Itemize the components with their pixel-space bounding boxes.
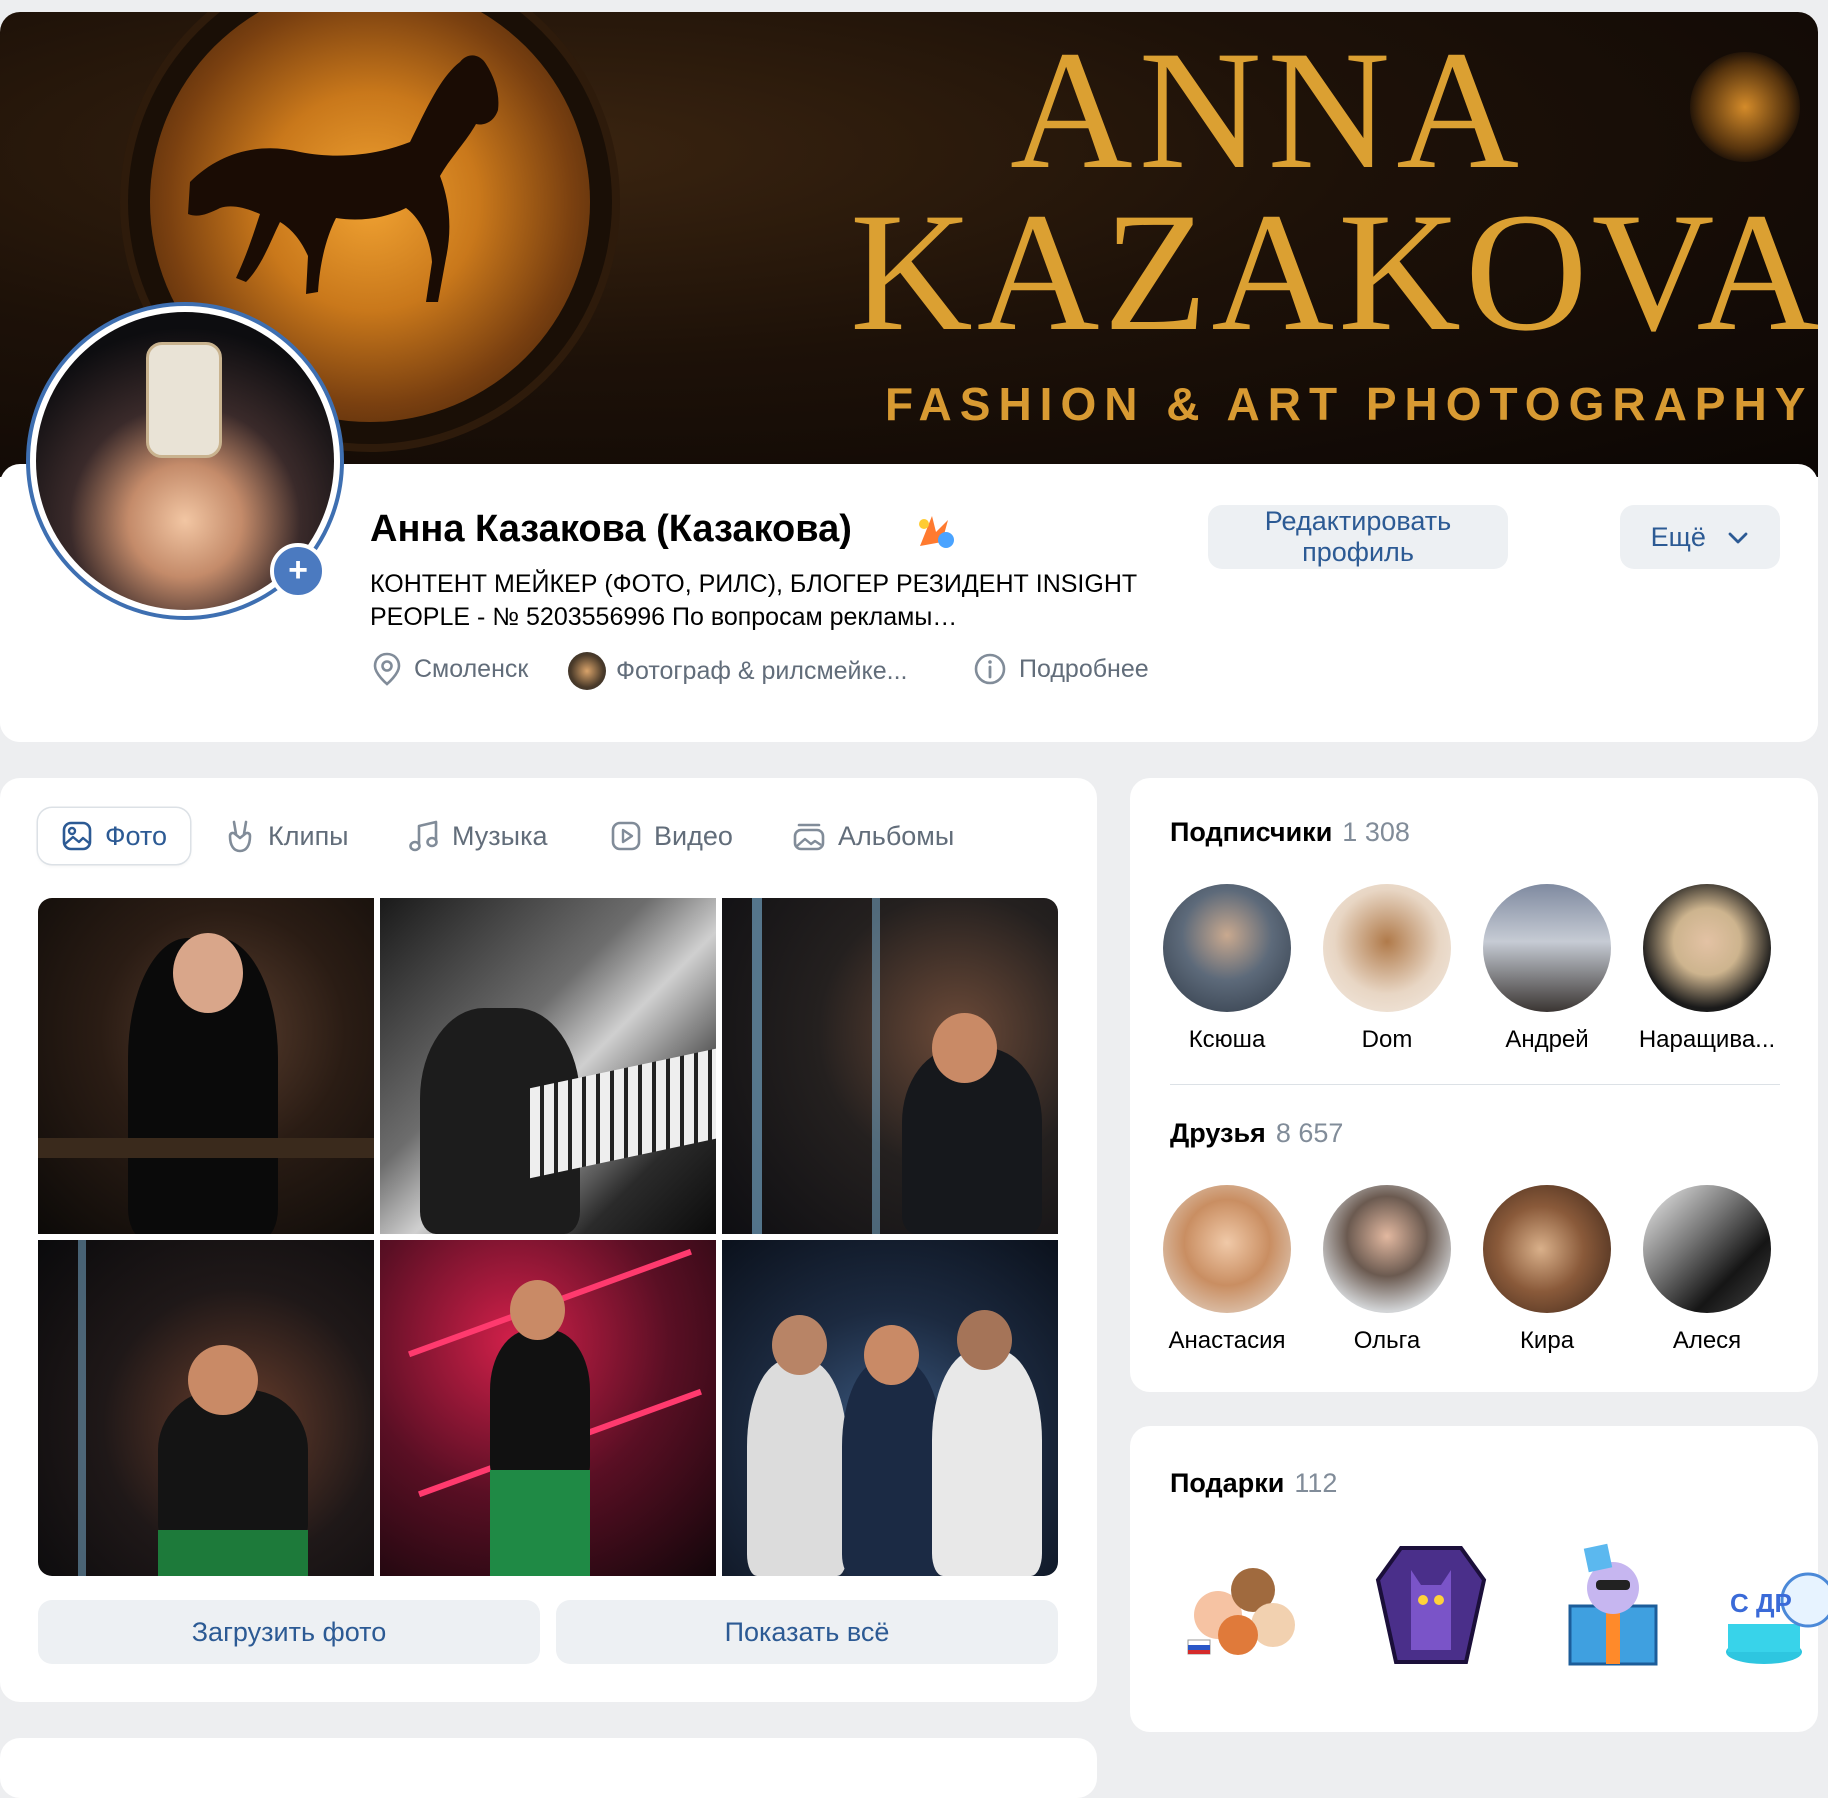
tab-music-label: Музыка: [452, 820, 548, 851]
profile-badge-icon[interactable]: [912, 510, 958, 554]
avatar: [1163, 1185, 1291, 1313]
more-info-label: Подробнее: [1019, 654, 1149, 683]
gift-cats-icon[interactable]: [1178, 1540, 1308, 1670]
avatar: [1323, 1185, 1451, 1313]
friend-item[interactable]: Анастасия: [1147, 1185, 1307, 1355]
followers-title: Подписчики: [1170, 817, 1333, 847]
albums-icon: [793, 823, 825, 851]
follower-item[interactable]: Андрей: [1467, 884, 1627, 1054]
avatar: [1163, 884, 1291, 1012]
friends-title: Друзья: [1170, 1118, 1266, 1148]
photo-thumbnail[interactable]: [380, 898, 716, 1234]
show-all-photos-button[interactable]: Показать всё: [556, 1600, 1058, 1664]
friend-item[interactable]: Кира: [1467, 1185, 1627, 1355]
cover-title-last-name: KAZAKOVA: [850, 178, 1818, 366]
friend-name: Анастасия: [1168, 1327, 1286, 1354]
tab-clips-label: Клипы: [268, 820, 349, 851]
avatar: [1643, 1185, 1771, 1313]
gift-robot-cake-icon[interactable]: С ДР: [1714, 1540, 1828, 1670]
friends-count: 8 657: [1275, 1118, 1344, 1148]
gifts-count: 112: [1294, 1468, 1338, 1498]
profile-work[interactable]: Фотограф & рилсмейке...: [568, 652, 907, 690]
cover-bokeh-light: [1690, 52, 1800, 162]
gift-box-cat-icon[interactable]: [1548, 1540, 1678, 1670]
avatar: [1643, 884, 1771, 1012]
avatar-phone-case: [146, 342, 222, 458]
photo-thumbnail[interactable]: [722, 1240, 1058, 1576]
friend-item[interactable]: Алеся: [1627, 1185, 1787, 1355]
friend-name: Кира: [1519, 1327, 1575, 1354]
friend-name: Алеся: [1672, 1327, 1742, 1354]
next-section-card: [0, 1738, 1097, 1798]
photo-thumbnail[interactable]: [38, 1240, 374, 1576]
upload-photo-button[interactable]: Загрузить фото: [38, 1600, 540, 1664]
follower-item[interactable]: Наращива...: [1627, 884, 1787, 1054]
tab-photos-label: Фото: [104, 820, 168, 851]
follower-name: Dom: [1361, 1026, 1413, 1053]
profile-more-info[interactable]: Подробнее: [973, 652, 1149, 686]
work-label: Фотограф & рилсмейке...: [616, 656, 908, 685]
music-note-icon: [409, 820, 438, 852]
cover-subtitle: FASHION & ART PHOTOGRAPHY: [885, 378, 1814, 430]
tab-albums-label: Альбомы: [838, 820, 955, 851]
city-label: Смоленск: [414, 654, 529, 683]
gifts-header[interactable]: Подарки 112: [1170, 1468, 1337, 1499]
avatar: [1483, 884, 1611, 1012]
cover-title-first-name: ANNA: [1010, 16, 1526, 204]
photo-thumbnail[interactable]: [38, 898, 374, 1234]
tab-photos[interactable]: Фото: [38, 808, 190, 864]
video-play-icon: [611, 821, 641, 851]
more-button-label: Ещё: [1650, 522, 1706, 553]
tab-video[interactable]: Видео: [610, 808, 733, 864]
more-actions-button[interactable]: Ещё: [1620, 505, 1780, 569]
image-icon: [62, 821, 92, 851]
follower-name: Андрей: [1505, 1026, 1589, 1053]
gift-coffin-cat-icon[interactable]: [1366, 1540, 1496, 1670]
tab-music[interactable]: Музыка: [408, 808, 548, 864]
tab-albums[interactable]: Альбомы: [792, 808, 954, 864]
tab-clips[interactable]: Клипы: [224, 808, 349, 864]
chevron-down-icon: [1728, 532, 1748, 544]
follower-name: Ксюша: [1188, 1026, 1266, 1053]
profile-status-text[interactable]: КОНТЕНТ МЕЙКЕР (ФОТО, РИЛС), БЛОГЕР РЕЗИ…: [370, 568, 1150, 634]
clips-hand-icon: [228, 820, 252, 853]
avatar: [1323, 884, 1451, 1012]
profile-name: Анна Казакова (Казакова): [370, 508, 852, 550]
profile-city[interactable]: Смоленск: [372, 652, 528, 686]
edit-profile-button[interactable]: Редактировать профиль: [1208, 505, 1508, 569]
svg-text:С ДР: С ДР: [1730, 1588, 1792, 1618]
location-pin-icon: [373, 652, 401, 686]
followers-count: 1 308: [1342, 817, 1410, 847]
section-divider: [1170, 1084, 1780, 1085]
photo-thumbnail[interactable]: [722, 898, 1058, 1234]
avatar-add-button[interactable]: +: [270, 543, 326, 599]
work-group-avatar: [568, 652, 606, 690]
photo-thumbnail[interactable]: [380, 1240, 716, 1576]
friend-name: Ольга: [1353, 1327, 1421, 1354]
follower-item[interactable]: Ксюша: [1147, 884, 1307, 1054]
friend-item[interactable]: Ольга: [1307, 1185, 1467, 1355]
info-icon: [974, 653, 1006, 685]
follower-name: Наращива...: [1638, 1026, 1776, 1053]
friends-header[interactable]: Друзья 8 657: [1170, 1118, 1343, 1149]
avatar: [1483, 1185, 1611, 1313]
follower-item[interactable]: Dom: [1307, 884, 1467, 1054]
followers-header[interactable]: Подписчики 1 308: [1170, 817, 1410, 848]
gifts-title: Подарки: [1170, 1468, 1285, 1498]
tab-video-label: Видео: [654, 820, 733, 851]
